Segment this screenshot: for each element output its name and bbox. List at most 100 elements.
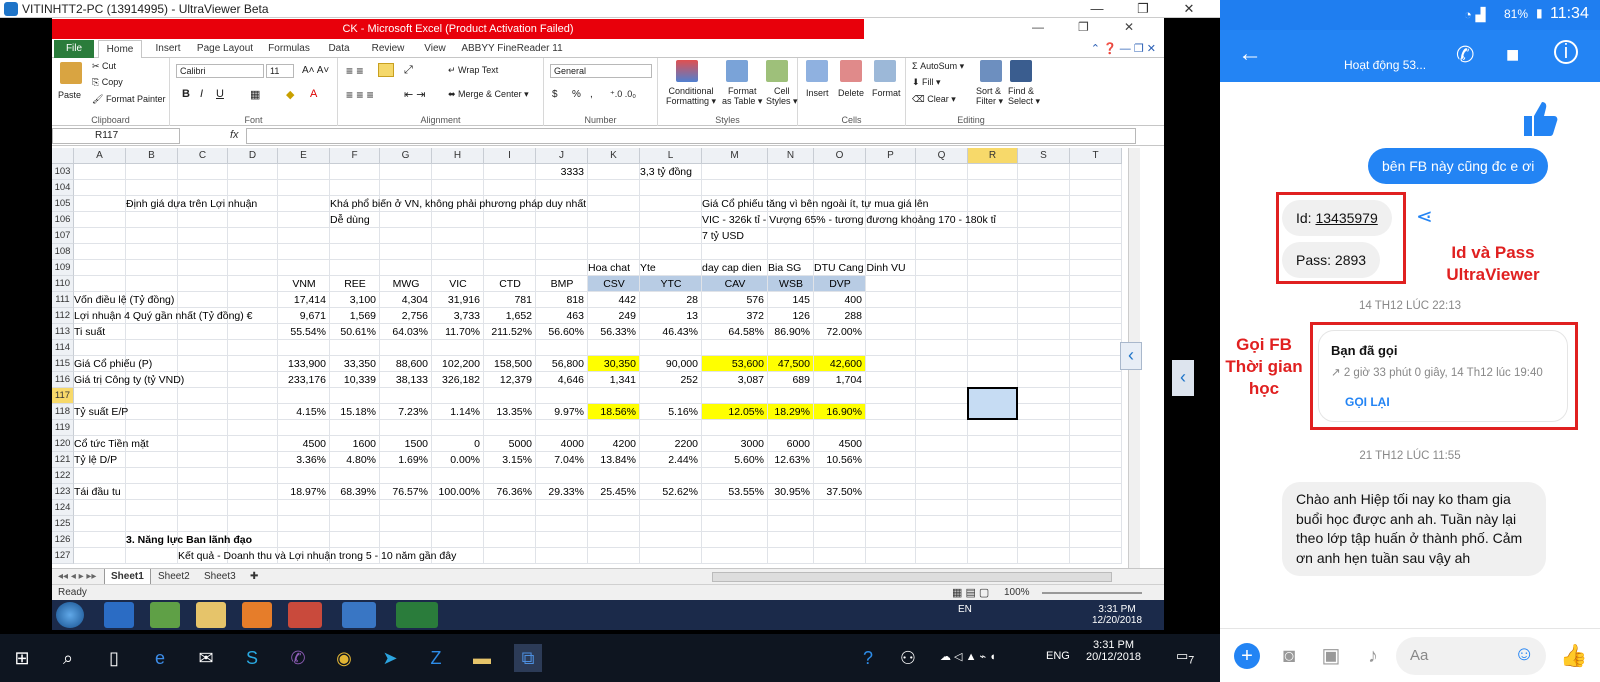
video-call-icon[interactable]: ■ — [1506, 42, 1519, 68]
emoji-icon[interactable]: ☺ — [1514, 643, 1534, 666]
font-size-select[interactable]: 11 — [266, 64, 294, 78]
find-select-button[interactable]: Find & Select ▾ — [1008, 86, 1040, 107]
remote-chrome-icon[interactable] — [288, 602, 322, 628]
remote-app-icon[interactable] — [150, 602, 180, 628]
remote-ultraviewer-icon[interactable] — [342, 602, 376, 628]
format-cells-icon[interactable] — [874, 60, 896, 82]
row-header[interactable]: 117 — [52, 388, 74, 404]
conditional-formatting-button[interactable]: Conditional Formatting ▾ — [666, 86, 716, 107]
delete-button[interactable]: Delete — [838, 88, 864, 98]
column-header[interactable]: R — [968, 148, 1018, 164]
comma-button[interactable]: , — [590, 89, 593, 100]
spreadsheet-grid[interactable]: A B C D E F G H I J K L M N O P Q R S T 103 104 105 106 107 108 10… — [52, 148, 1128, 568]
sheet-nav-icon[interactable]: ◂◂ ◂ ▸ ▸▸ — [52, 569, 102, 585]
cell-styles-button[interactable]: Cell Styles ▾ — [766, 86, 798, 107]
italic-button[interactable]: I — [200, 88, 203, 100]
row-header[interactable]: 109 — [52, 260, 74, 276]
fx-icon[interactable]: fx — [230, 129, 239, 141]
remote-media-icon[interactable] — [242, 602, 272, 628]
column-header[interactable]: F — [330, 148, 380, 164]
fill-color-icon[interactable]: ◆ — [286, 88, 294, 101]
delete-cells-icon[interactable] — [840, 60, 862, 82]
column-header[interactable]: I — [484, 148, 536, 164]
row-header[interactable]: 124 — [52, 500, 74, 516]
excel-minimize-button[interactable]: — — [1032, 20, 1044, 34]
column-header[interactable]: K — [588, 148, 640, 164]
sheet-tab-1[interactable]: Sheet1 — [104, 569, 151, 585]
row-header[interactable]: 106 — [52, 212, 74, 228]
excel-close-button[interactable]: ✕ — [1124, 20, 1134, 34]
sheet-tab-2[interactable]: Sheet2 — [152, 569, 196, 585]
tab-review[interactable]: Review — [366, 40, 410, 58]
paste-icon[interactable] — [60, 62, 82, 84]
align-text-icons[interactable]: ≡ ≡ ≡ — [346, 88, 374, 102]
row-header[interactable]: 107 — [52, 228, 74, 244]
row-header[interactable]: 127 — [52, 548, 74, 564]
row-header[interactable]: 120 — [52, 436, 74, 452]
tab-home[interactable]: Home — [98, 40, 142, 59]
sort-filter-button[interactable]: Sort & Filter ▾ — [976, 86, 1003, 107]
column-header[interactable]: P — [866, 148, 916, 164]
collapse-panel-icon[interactable]: ‹ — [1120, 342, 1142, 370]
excel-maximize-button[interactable]: ❐ — [1078, 20, 1089, 34]
windows-start-icon[interactable]: ⊞ — [8, 644, 36, 672]
gallery-icon[interactable]: ▣ — [1318, 643, 1344, 669]
clear-button[interactable]: ⌫ Clear ▾ — [912, 94, 956, 105]
number-format-select[interactable]: General — [550, 64, 652, 78]
row-header[interactable]: 119 — [52, 420, 74, 436]
row-header[interactable]: 118 — [52, 404, 74, 420]
task-view-icon[interactable]: ▯ — [100, 644, 128, 672]
column-header[interactable]: Q — [916, 148, 968, 164]
row-header[interactable]: 121 — [52, 452, 74, 468]
maximize-button[interactable]: ❐ — [1120, 0, 1166, 18]
share-icon[interactable]: ⋖ — [1416, 204, 1433, 229]
call-back-button[interactable]: GỌI LẠI — [1345, 395, 1390, 409]
row-header[interactable]: 115 — [52, 356, 74, 372]
bold-button[interactable]: B — [182, 88, 190, 100]
find-select-icon[interactable] — [1010, 60, 1032, 82]
camera-icon[interactable]: ◙ — [1276, 643, 1302, 669]
remote-start-icon[interactable] — [56, 602, 84, 628]
remote-ie-icon[interactable] — [104, 602, 134, 628]
orientation-icon[interactable]: ⤢ — [404, 64, 413, 77]
telegram-icon[interactable]: ➤ — [376, 644, 404, 672]
zalo-icon[interactable]: Z — [422, 644, 450, 672]
indent-icon[interactable]: ⇤ ⇥ — [404, 88, 426, 101]
column-header[interactable]: A — [74, 148, 126, 164]
column-header[interactable]: E — [278, 148, 330, 164]
tab-data[interactable]: Data — [322, 40, 356, 58]
percent-button[interactable]: % — [572, 89, 581, 100]
add-icon[interactable]: + — [1234, 643, 1260, 669]
row-header[interactable]: 123 — [52, 484, 74, 500]
help-icon[interactable]: ⌃ ❓ — ❐ ✕ — [1091, 42, 1156, 55]
column-header[interactable]: H — [432, 148, 484, 164]
row-header[interactable]: 104 — [52, 180, 74, 196]
align-top-icon[interactable]: ≡ ≡ — [346, 64, 363, 78]
minimize-button[interactable]: — — [1074, 0, 1120, 18]
people-icon[interactable]: ⚇ — [894, 644, 922, 672]
phone-call-icon[interactable]: ✆ — [1456, 42, 1474, 68]
search-icon[interactable]: ⌕ — [54, 644, 82, 672]
column-header[interactable]: D — [228, 148, 278, 164]
insert-button[interactable]: Insert — [806, 88, 829, 98]
format-table-icon[interactable] — [726, 60, 748, 82]
expand-panel-icon[interactable]: ‹ — [1172, 360, 1194, 396]
edge-icon[interactable]: e — [146, 644, 174, 672]
format-button[interactable]: Format — [872, 88, 901, 98]
row-header[interactable]: 122 — [52, 468, 74, 484]
sort-filter-icon[interactable] — [980, 60, 1002, 82]
decimal-icons[interactable]: ⁺.0 .0₀ — [610, 89, 636, 100]
row-header[interactable]: 110 — [52, 276, 74, 292]
paste-button[interactable]: Paste — [58, 90, 81, 100]
close-button[interactable]: ✕ — [1166, 0, 1212, 18]
row-header[interactable]: 112 — [52, 308, 74, 324]
column-header[interactable]: G — [380, 148, 432, 164]
column-header[interactable]: S — [1018, 148, 1070, 164]
remote-desktop[interactable]: CK - Microsoft Excel (Product Activation… — [52, 18, 1164, 630]
remote-excel-icon[interactable] — [396, 602, 438, 628]
chat-title[interactable]: Hoạt động 53... — [1344, 58, 1426, 72]
autosum-button[interactable]: Σ AutoSum ▾ — [912, 61, 964, 72]
ultraviewer-task-icon[interactable]: ⧉ — [514, 644, 542, 672]
row-header[interactable]: 116 — [52, 372, 74, 388]
underline-button[interactable]: U — [216, 88, 224, 100]
